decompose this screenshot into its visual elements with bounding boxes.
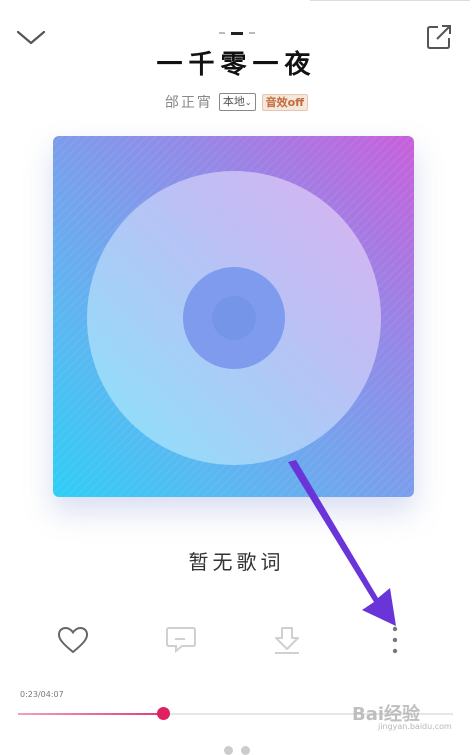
time-display: 0:23/04:07 bbox=[20, 690, 64, 699]
sound-effect-badge[interactable]: 音效off bbox=[261, 93, 309, 111]
progress-fill bbox=[18, 713, 164, 715]
watermark-url: jingyan.baidu.com bbox=[378, 722, 452, 731]
source-label: 本地 bbox=[222, 95, 245, 108]
like-button[interactable] bbox=[53, 620, 93, 660]
comment-button[interactable] bbox=[161, 620, 201, 660]
page-dot bbox=[219, 32, 225, 34]
page-dot-active bbox=[231, 31, 243, 35]
song-title: 一千零一夜 bbox=[156, 50, 317, 80]
page-dot bbox=[249, 32, 255, 34]
disc-center-hole bbox=[211, 295, 257, 341]
dropdown-caret-icon: ⌄ bbox=[244, 98, 252, 107]
song-meta: 邰正宵 本地⌄ 音效off bbox=[0, 92, 473, 112]
bottom-page-indicator bbox=[222, 746, 252, 755]
heart-icon bbox=[57, 626, 89, 654]
arrow-pointer-icon bbox=[288, 460, 396, 626]
source-badge[interactable]: 本地⌄ bbox=[218, 93, 256, 111]
progress-thumb[interactable] bbox=[157, 707, 171, 720]
album-art bbox=[53, 136, 414, 497]
comment-icon bbox=[166, 627, 196, 654]
top-edge-lines bbox=[310, 0, 470, 5]
page-indicator bbox=[212, 30, 262, 36]
artist-name[interactable]: 邰正宵 bbox=[165, 92, 213, 112]
